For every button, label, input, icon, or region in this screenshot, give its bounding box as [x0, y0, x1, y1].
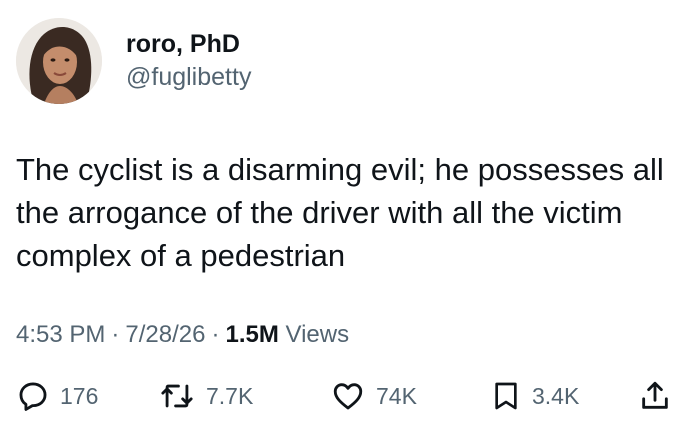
repost-icon: [161, 384, 193, 408]
like-button[interactable]: 74K: [330, 376, 417, 416]
like-count: 74K: [376, 382, 417, 409]
separator-dot: ·: [111, 321, 120, 348]
share-icon: [642, 381, 668, 409]
bookmark-icon: [495, 382, 517, 410]
tweet-card: roro, PhD @fuglibetty The cyclist is a d…: [0, 0, 700, 440]
action-bar: 176 7.7K 74K 3.4K: [16, 376, 684, 416]
like-icon: [333, 383, 363, 410]
reply-button[interactable]: 176: [16, 376, 98, 416]
views-count: 1.5M: [225, 321, 279, 348]
tweet-date[interactable]: 7/28/26: [125, 321, 205, 348]
display-name[interactable]: roro, PhD: [126, 29, 251, 59]
tweet-header: roro, PhD @fuglibetty: [16, 18, 251, 104]
tweet-time[interactable]: 4:53 PM: [16, 321, 105, 348]
bookmark-button[interactable]: 3.4K: [490, 376, 579, 416]
avatar[interactable]: [16, 18, 102, 104]
avatar-image: [16, 18, 102, 104]
repost-count: 7.7K: [206, 382, 254, 409]
tweet-meta: 4:53 PM · 7/28/26 · 1.5M Views: [16, 320, 349, 350]
reply-icon: [19, 382, 47, 411]
tweet-text: The cyclist is a disarming evil; he poss…: [16, 152, 664, 273]
views-label: Views: [285, 321, 350, 348]
repost-button[interactable]: 7.7K: [158, 376, 253, 416]
user-names: roro, PhD @fuglibetty: [126, 29, 251, 93]
separator-dot: ·: [211, 321, 220, 348]
reply-count: 176: [60, 382, 99, 409]
user-handle[interactable]: @fuglibetty: [126, 61, 251, 93]
bookmark-count: 3.4K: [532, 382, 580, 409]
share-button[interactable]: [638, 376, 672, 416]
